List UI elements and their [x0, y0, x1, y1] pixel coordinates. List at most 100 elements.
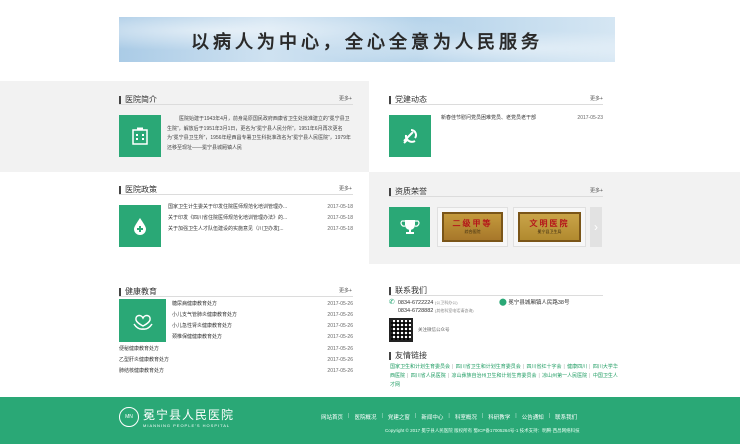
party-emblem-icon [389, 115, 431, 157]
footer-nav: 网站首页 | 医院概况 | 党建之窗 | 新闻中心 | 科室概况 | 科研教学 | 公告通知… [321, 413, 578, 421]
footer-nav-departments[interactable]: 科室概况 [455, 413, 477, 421]
links-title-text: 友情链接 [395, 351, 427, 360]
honors-divider [389, 196, 603, 197]
contact-address: ⬤ 冕宁县城厢镇人民路38号 [499, 299, 570, 307]
policy-list: 国家卫生计生委关于印发住院医师规范化培训管理办... 2017-05-18 关于… [168, 202, 353, 235]
medical-drop-icon [119, 205, 161, 247]
phone-primary-note: (公卫科办公) [434, 300, 458, 305]
footer-hospital-name-en: MIANNING PEOPLE'S HOSPITAL [143, 423, 231, 428]
links-section-title: 友情链接 [389, 350, 427, 361]
honor-plaque-civilized[interactable]: 文明医院 冕宁县卫生局 [513, 207, 586, 247]
location-pin-icon: ⬤ [499, 299, 507, 306]
health-item-text[interactable]: 颈椎保健健康教育处方 [172, 332, 222, 343]
friendly-link[interactable]: 健康四川 [567, 364, 587, 370]
policy-item-date: 2017-05-18 [327, 226, 353, 232]
list-item[interactable]: 乙型肝炎健康教育处方 2017-05-26 [119, 355, 353, 366]
footer-nav-notices[interactable]: 公告通知 [522, 413, 544, 421]
footer-nav-home[interactable]: 网站首页 [321, 413, 343, 421]
friendly-link[interactable]: 国家卫生和计划生育委员会 [390, 364, 450, 370]
policy-item-date: 2017-05-18 [327, 215, 353, 221]
friendly-link[interactable]: 四川省人民医院 [411, 373, 446, 379]
health-item-text[interactable]: 肺结核健康教育处方 [119, 366, 164, 377]
health-item-date: 2017-05-26 [327, 346, 353, 352]
list-item[interactable]: 国家卫生计生委关于印发住院医师规范化培训管理办... 2017-05-18 [168, 202, 353, 213]
policy-divider [119, 194, 353, 195]
health-item-date: 2017-05-26 [327, 312, 353, 318]
party-list: 新春佳节慰问党员困难党员、老党员老干部 2017-05-23 [441, 113, 603, 124]
phone-primary[interactable]: 0834-6722224 [398, 300, 433, 306]
list-item[interactable]: 关于加强卫生人才队伍建设的实施意见（川卫办发[... 2017-05-18 [168, 224, 353, 235]
qr-caption: 关注微信公众号 [418, 327, 450, 332]
friendly-link[interactable]: 四川省红十字会 [526, 364, 561, 370]
intro-more-link[interactable]: 更多+ [339, 95, 352, 102]
carousel-next-button[interactable]: › [590, 207, 602, 247]
phone-secondary-note: (其他科室电话请咨询) [434, 308, 474, 313]
plaque-civilized-sub: 冕宁县卫生局 [537, 229, 562, 235]
party-item-text[interactable]: 新春佳节慰问党员困难党员、老党员老干部 [441, 113, 536, 124]
health-item-date: 2017-05-26 [327, 368, 353, 374]
footer-nav-overview[interactable]: 医院概况 [354, 413, 376, 421]
health-list-full: 便秘健康教育处方 2017-05-26 乙型肝炎健康教育处方 2017-05-2… [119, 344, 353, 377]
list-item[interactable]: 颈椎保健健康教育处方 2017-05-26 [172, 332, 353, 343]
contact-phones: ✆ 0834-6722224 (公卫科办公) 0834-6728882 (其他科… [389, 299, 474, 315]
friendly-link[interactable]: 凉山彝族自治州卫生和计划生育委员会 [451, 373, 536, 379]
intro-divider [119, 104, 353, 105]
logo-mark-text: MN [125, 414, 133, 420]
heart-hands-icon [119, 299, 166, 342]
wechat-qr-code [389, 318, 413, 342]
address-text: 冕宁县城厢镇人民路38号 [508, 300, 570, 306]
list-item[interactable]: 小儿支气管肺炎健康教育处方 2017-05-26 [172, 310, 353, 321]
health-item-text[interactable]: 乙型肝炎健康教育处方 [119, 355, 169, 366]
plaque-civilized-title: 文明医院 [529, 218, 570, 229]
health-item-text[interactable]: 便秘健康教育处方 [119, 344, 159, 355]
friendly-link[interactable]: 凉山州第一人民医院 [542, 373, 587, 379]
list-item[interactable]: 糖尿病健康教育处方 2017-05-26 [172, 299, 353, 310]
hospital-logo-icon: MN [119, 407, 139, 427]
health-item-date: 2017-05-26 [327, 357, 353, 363]
health-more-link[interactable]: 更多+ [339, 287, 352, 294]
footer-nav-research[interactable]: 科研教学 [488, 413, 510, 421]
party-more-link[interactable]: 更多+ [590, 95, 603, 102]
plaque-level-title: 二级甲等 [452, 218, 493, 229]
phone-secondary[interactable]: 0834-6728882 [398, 308, 433, 314]
party-item-date: 2017-05-23 [577, 115, 603, 121]
list-item[interactable]: 新春佳节慰问党员困难党员、老党员老干部 2017-05-23 [441, 113, 603, 124]
health-item-text[interactable]: 小儿支气管肺炎健康教育处方 [172, 310, 237, 321]
footer-logo[interactable]: MN 冕宁县人民医院 MIANNING PEOPLE'S HOSPITAL [119, 406, 234, 428]
list-item[interactable]: 便秘健康教育处方 2017-05-26 [119, 344, 353, 355]
trophy-icon [389, 207, 430, 247]
footer-nav-party[interactable]: 党建之窗 [388, 413, 410, 421]
list-item[interactable]: 小儿急性肾炎健康教育处方 2017-05-26 [172, 321, 353, 332]
banner-slogan: 以病人为中心，全心全意为人民服务 [191, 32, 543, 53]
list-item[interactable]: 肺结核健康教育处方 2017-05-26 [119, 366, 353, 377]
health-item-text[interactable]: 小儿急性肾炎健康教育处方 [172, 321, 232, 332]
footer-nav-news[interactable]: 新闻中心 [421, 413, 443, 421]
health-item-date: 2017-05-26 [327, 334, 353, 340]
health-item-date: 2017-05-26 [327, 301, 353, 307]
policy-item-date: 2017-05-18 [327, 204, 353, 210]
footer-nav-contact[interactable]: 联系我们 [555, 413, 577, 421]
slogan-banner: 以病人为中心，全心全意为人民服务 [119, 17, 615, 62]
health-list-icon-side: 糖尿病健康教育处方 2017-05-26 小儿支气管肺炎健康教育处方 2017-… [172, 299, 353, 343]
contact-divider [389, 295, 603, 296]
policy-item-text[interactable]: 关于加强卫生人才队伍建设的实施意见（川卫办发[... [168, 224, 284, 235]
footer-copyright: Copyright © 2017 冕宁县人民医院 版权所有 蜀ICP备17005… [385, 428, 580, 433]
footer-hospital-name: 冕宁县人民医院 [143, 408, 235, 422]
honors-more-link[interactable]: 更多+ [590, 187, 603, 194]
hospital-icon [119, 115, 161, 157]
chevron-right-icon: › [594, 220, 598, 234]
policy-item-text[interactable]: 国家卫生计生委关于印发住院医师规范化培训管理办... [168, 202, 287, 213]
honor-plaque-level[interactable]: 二级甲等 综合医院 [437, 207, 508, 247]
party-divider [389, 104, 603, 105]
friendly-link[interactable]: 四川省卫生和计划生育委员会 [456, 364, 521, 370]
policy-item-text[interactable]: 关于印发《四川省住院医师规范化培训管理办法》的... [168, 213, 287, 224]
health-divider [119, 296, 353, 297]
health-item-text[interactable]: 糖尿病健康教育处方 [172, 299, 217, 310]
intro-summary: 医院始建于1943年4月，前身是原国民政府西康省卫生处批准建立的“冕宁县卫生院”… [167, 116, 351, 151]
list-item[interactable]: 关于印发《四川省住院医师规范化培训管理办法》的... 2017-05-18 [168, 213, 353, 224]
plaque-level-sub: 综合医院 [464, 229, 481, 235]
health-item-date: 2017-05-26 [327, 323, 353, 329]
phone-icon: ✆ [389, 299, 395, 306]
friendly-links: 国家卫生和计划生育委员会 | 四川省卫生和计划生育委员会 | 四川省红十字会 | 健康… [390, 364, 618, 388]
policy-more-link[interactable]: 更多+ [339, 185, 352, 192]
